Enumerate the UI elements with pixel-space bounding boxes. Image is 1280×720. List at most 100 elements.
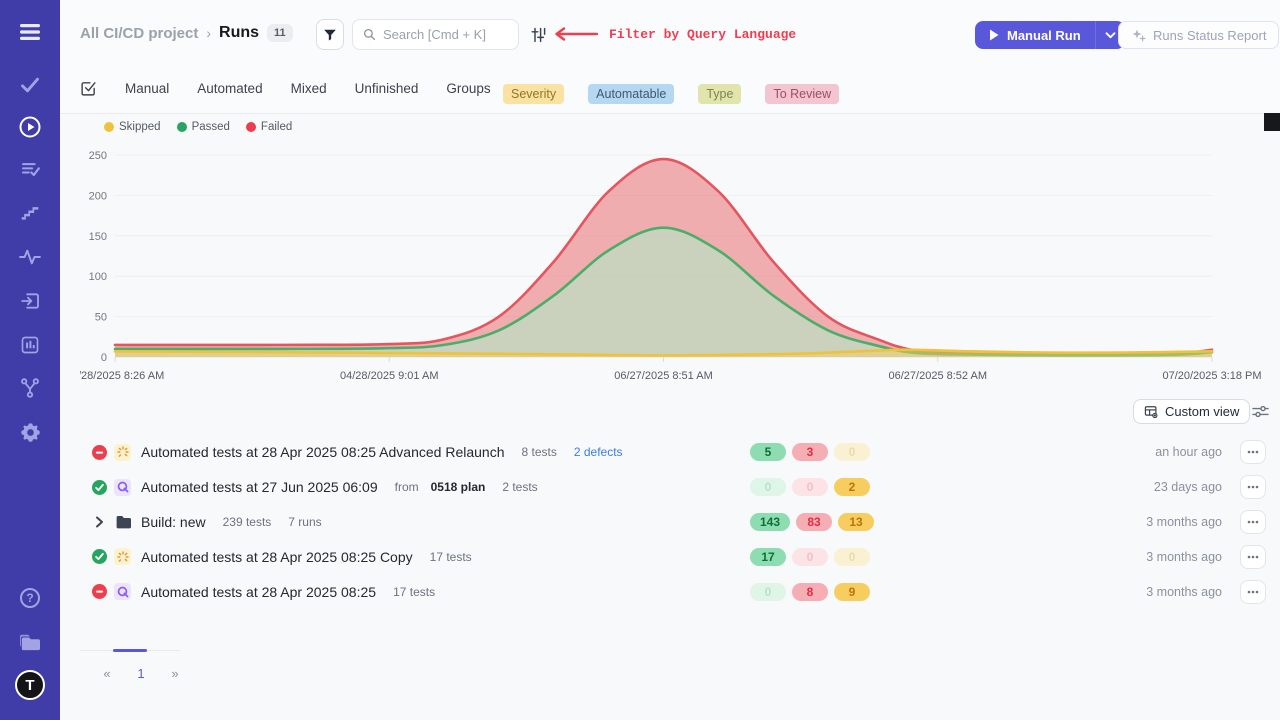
run-meta: from: [395, 480, 419, 494]
tab-groups[interactable]: Groups: [446, 81, 490, 96]
count-red-pill: 3: [792, 443, 828, 461]
x-tick-label: 04/28/2025 9:01 AM: [340, 370, 438, 382]
projects-icon[interactable]: [0, 626, 60, 658]
qase-icon: [114, 583, 131, 600]
more-actions-button[interactable]: [1240, 545, 1266, 569]
legend-label: Passed: [192, 121, 230, 133]
count-red-pill: 83: [796, 513, 832, 531]
sparkles-icon: [1131, 28, 1146, 43]
folder-icon: [114, 513, 131, 530]
scrollbar-thumb[interactable]: [1264, 113, 1280, 131]
y-tick-label: 150: [89, 231, 107, 243]
legend-dot: [177, 122, 187, 132]
help-icon[interactable]: ?: [0, 582, 60, 614]
count-red-pill: 8: [792, 583, 828, 601]
legend-label: Skipped: [119, 121, 161, 133]
y-tick-label: 250: [89, 150, 107, 162]
run-title: Automated tests at 28 Apr 2025 08:25 Cop…: [141, 549, 413, 565]
tag-automatable[interactable]: Automatable: [588, 84, 674, 104]
legend-skipped[interactable]: Skipped: [104, 121, 161, 133]
tab-mixed[interactable]: Mixed: [291, 81, 327, 96]
tab-manual[interactable]: Manual: [125, 81, 169, 96]
count-green-pill: 5: [750, 443, 786, 461]
chevron-down-icon: [1105, 32, 1116, 39]
steps-icon[interactable]: [0, 197, 60, 229]
funnel-icon: [323, 28, 337, 42]
defects-link[interactable]: 2 defects: [574, 445, 623, 459]
next-page-button[interactable]: »: [158, 666, 192, 681]
run-row[interactable]: Automated tests at 27 Jun 2025 06:09 from…: [80, 470, 1266, 505]
annotation: Filter by Query Language: [553, 26, 796, 42]
search-icon: [363, 28, 376, 41]
prev-page-button[interactable]: «: [90, 666, 124, 681]
test-cases-icon[interactable]: [0, 69, 60, 101]
pagination-items: «1»: [90, 666, 192, 681]
run-row[interactable]: Automated tests at 28 Apr 2025 08:25 Cop…: [80, 539, 1266, 574]
breadcrumb: All CI/CD project › Runs 11: [80, 24, 293, 42]
run-row[interactable]: Automated tests at 28 Apr 2025 08:25 Adv…: [80, 435, 1266, 470]
legend-label: Failed: [261, 121, 292, 133]
select-runs-icon[interactable]: [80, 80, 97, 97]
table-view-icon: [1144, 405, 1158, 419]
page-1[interactable]: 1: [124, 666, 158, 681]
tabs-row: Manual Automated Mixed Unfinished Groups: [80, 80, 491, 97]
count-yellow-pill: 0: [834, 548, 870, 566]
run-row-left: Automated tests at 28 Apr 2025 08:25 Adv…: [80, 444, 623, 461]
search-box[interactable]: [352, 19, 519, 50]
legend-passed[interactable]: Passed: [177, 121, 230, 133]
tab-unfinished[interactable]: Unfinished: [355, 81, 419, 96]
tag-type[interactable]: Type: [698, 84, 741, 104]
runs-status-report-button[interactable]: Runs Status Report: [1118, 21, 1279, 49]
question-mark: ?: [20, 588, 40, 608]
result-counts: 1700: [750, 548, 870, 566]
import-icon[interactable]: [0, 285, 60, 317]
tag-to-review[interactable]: To Review: [765, 84, 839, 104]
run-timestamp: 3 months ago: [1146, 550, 1222, 564]
search-input[interactable]: [383, 27, 503, 42]
menu-icon[interactable]: [0, 16, 60, 48]
count-yellow-pill: 2: [834, 478, 870, 496]
view-settings-icon[interactable]: [1252, 404, 1269, 424]
user-avatar[interactable]: T: [0, 669, 60, 701]
y-tick-label: 200: [89, 190, 107, 202]
tag-severity[interactable]: Severity: [503, 84, 564, 104]
more-actions-button[interactable]: [1240, 475, 1266, 499]
filter-button[interactable]: [316, 19, 344, 50]
count-yellow-pill: 9: [834, 583, 870, 601]
branch-icon[interactable]: [0, 372, 60, 404]
settings-icon[interactable]: [0, 416, 60, 448]
run-row[interactable]: Build: new239 tests7 runs14383133 months…: [80, 505, 1266, 540]
result-counts: 530: [750, 443, 870, 461]
qase-icon: [114, 479, 131, 496]
more-actions-button[interactable]: [1240, 440, 1266, 464]
test-plans-icon[interactable]: [0, 154, 60, 186]
legend-dot: [246, 122, 256, 132]
manual-run-split-button: Manual Run: [975, 21, 1125, 49]
run-title: Automated tests at 27 Jun 2025 06:09: [141, 479, 378, 495]
annotation-text: Filter by Query Language: [609, 27, 796, 42]
legend-failed[interactable]: Failed: [246, 121, 292, 133]
breadcrumb-project[interactable]: All CI/CD project: [80, 25, 198, 42]
more-actions-button[interactable]: [1240, 510, 1266, 534]
y-tick-label: 0: [101, 352, 107, 364]
run-row[interactable]: Automated tests at 28 Apr 2025 08:2517 t…: [80, 574, 1266, 609]
expand-chevron-icon[interactable]: [92, 516, 107, 528]
runs-icon[interactable]: [0, 111, 60, 143]
area-passed: [115, 228, 1212, 357]
manual-run-button[interactable]: Manual Run: [975, 21, 1095, 49]
custom-view-button[interactable]: Custom view: [1133, 399, 1250, 424]
tab-automated[interactable]: Automated: [197, 81, 262, 96]
reports-icon[interactable]: [0, 329, 60, 361]
tabs: Manual Automated Mixed Unfinished Groups: [125, 81, 491, 96]
breadcrumb-separator: ›: [206, 25, 211, 41]
spark-icon: [114, 444, 131, 461]
run-row-left: Automated tests at 27 Jun 2025 06:09 from…: [80, 479, 538, 496]
more-actions-button[interactable]: [1240, 580, 1266, 604]
run-meta: 7 runs: [288, 515, 321, 529]
status-passed-icon: [92, 480, 107, 495]
report-label: Runs Status Report: [1153, 28, 1266, 43]
manual-run-label: Manual Run: [1007, 28, 1081, 43]
activity-icon[interactable]: [0, 241, 60, 273]
filter-tags: Severity Automatable Type To Review: [503, 84, 839, 104]
query-language-filter-icon[interactable]: [531, 27, 547, 48]
